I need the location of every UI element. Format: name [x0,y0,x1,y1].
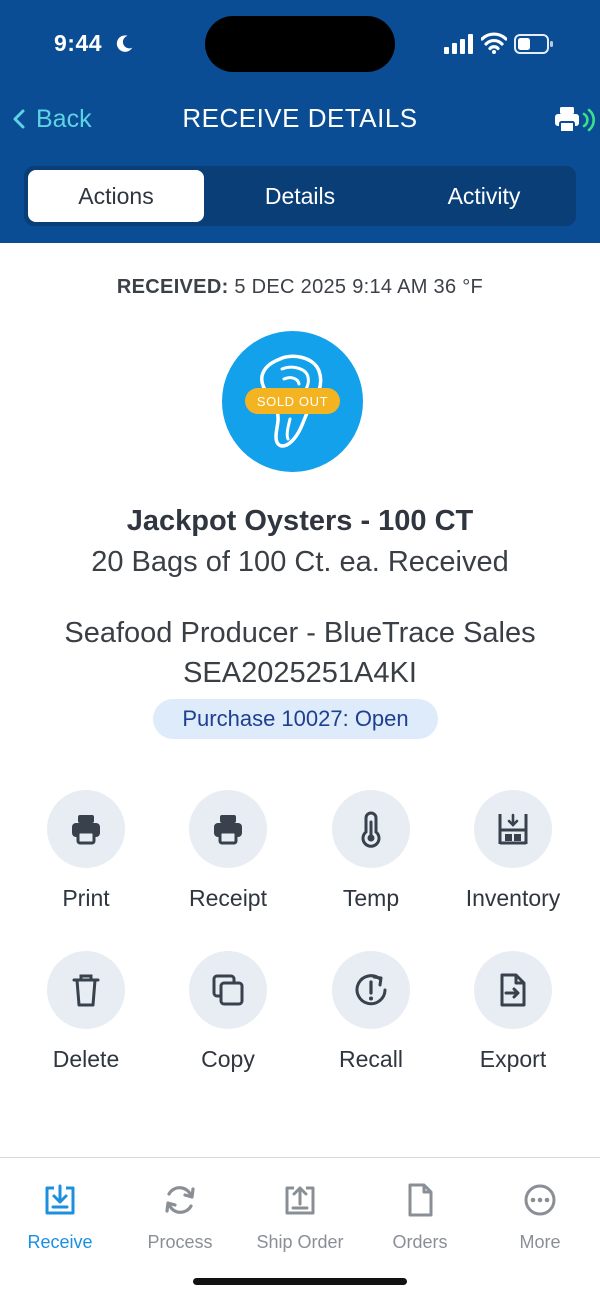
tab-details[interactable]: Details [212,170,388,222]
status-time: 9:44 [54,30,103,56]
received-prefix: RECEIVED: [116,276,229,298]
actions-grid: Print Receipt Temp Inventory Delete Copy… [0,790,600,1090]
sold-out-badge: SOLD OUT [245,388,340,414]
delete-circle [47,951,125,1029]
tab-process-label: Process [147,1232,213,1252]
page-title: RECEIVE DETAILS [182,103,418,133]
tab-ship-order[interactable]: Ship Order [240,1182,360,1272]
received-value: 5 DEC 2025 9:14 AM 36 °F [234,276,484,298]
tab-more-label: More [519,1232,561,1252]
more-dots-icon [524,1184,556,1216]
inventory-circle [474,790,552,868]
trash-icon [72,974,100,1007]
cellular-signal-icon [444,34,473,54]
process-cycle-icon [165,1186,195,1214]
tab-orders[interactable]: Orders [360,1182,480,1272]
received-quantity: 20 Bags of 100 Ct. ea. Received [91,546,509,578]
tab-receive[interactable]: Receive [0,1182,120,1272]
export-button[interactable]: Export [443,951,583,1101]
purchase-order-pill[interactable]: Purchase 10027: Open [153,699,438,739]
copy-button[interactable]: Copy [158,951,298,1101]
home-indicator[interactable] [193,1278,407,1285]
status-bar: 9:44 [0,0,600,90]
export-label: Export [479,1046,547,1072]
recall-icon [355,974,387,1006]
receipt-printer-icon [214,815,242,845]
tab-more[interactable]: More [480,1182,600,1272]
tab-orders-label: Orders [392,1232,448,1252]
recall-button[interactable]: Recall [301,951,441,1101]
recall-label: Recall [339,1046,403,1072]
lot-number: SEA2025251A4KI [183,657,417,689]
tab-ship-order-label: Ship Order [256,1232,344,1252]
recall-circle [332,951,410,1029]
export-file-icon [500,973,526,1007]
receipt-label: Receipt [189,885,267,911]
print-circle [47,790,125,868]
tab-receive-label: Receive [27,1232,93,1252]
export-circle [474,951,552,1029]
delete-label: Delete [52,1046,120,1072]
receipt-button[interactable]: Receipt [158,790,298,940]
navigation-bar: Back RECEIVE DETAILS [0,95,600,145]
thermometer-icon [361,811,381,848]
tab-actions[interactable]: Actions [28,170,204,222]
received-info: RECEIVED: 5 DEC 2025 9:14 AM 36 °F [0,276,600,299]
receive-tray-icon [45,1184,75,1215]
temp-circle [332,790,410,868]
inventory-label: Inventory [465,885,561,911]
product-name: Jackpot Oysters - 100 CT [126,505,474,537]
printer-icon [72,815,100,845]
segmented-control: Actions Details Activity [24,166,576,226]
tab-process[interactable]: Process [120,1182,240,1272]
inventory-button[interactable]: Inventory [443,790,583,940]
document-icon [408,1183,433,1217]
producer-name: Seafood Producer - BlueTrace Sales [64,617,536,649]
copy-circle [189,951,267,1029]
battery-icon [514,34,553,54]
delete-button[interactable]: Delete [16,951,156,1101]
copy-label: Copy [201,1046,255,1072]
temp-button[interactable]: Temp [301,790,441,940]
moon-icon [116,35,133,52]
wifi-icon [481,32,507,54]
copy-icon [212,974,244,1006]
temp-label: Temp [342,885,400,911]
print-button[interactable]: Print [16,790,156,940]
ship-tray-icon [285,1186,315,1215]
tab-activity[interactable]: Activity [396,170,572,222]
app-header: 9:44 Back RECEIVE DETAILS Actions Detail… [0,0,600,243]
print-label: Print [62,885,110,911]
dynamic-island [205,16,395,72]
wireless-printer-icon[interactable] [554,105,600,135]
inventory-shelf-icon [498,813,528,845]
receipt-circle [189,790,267,868]
